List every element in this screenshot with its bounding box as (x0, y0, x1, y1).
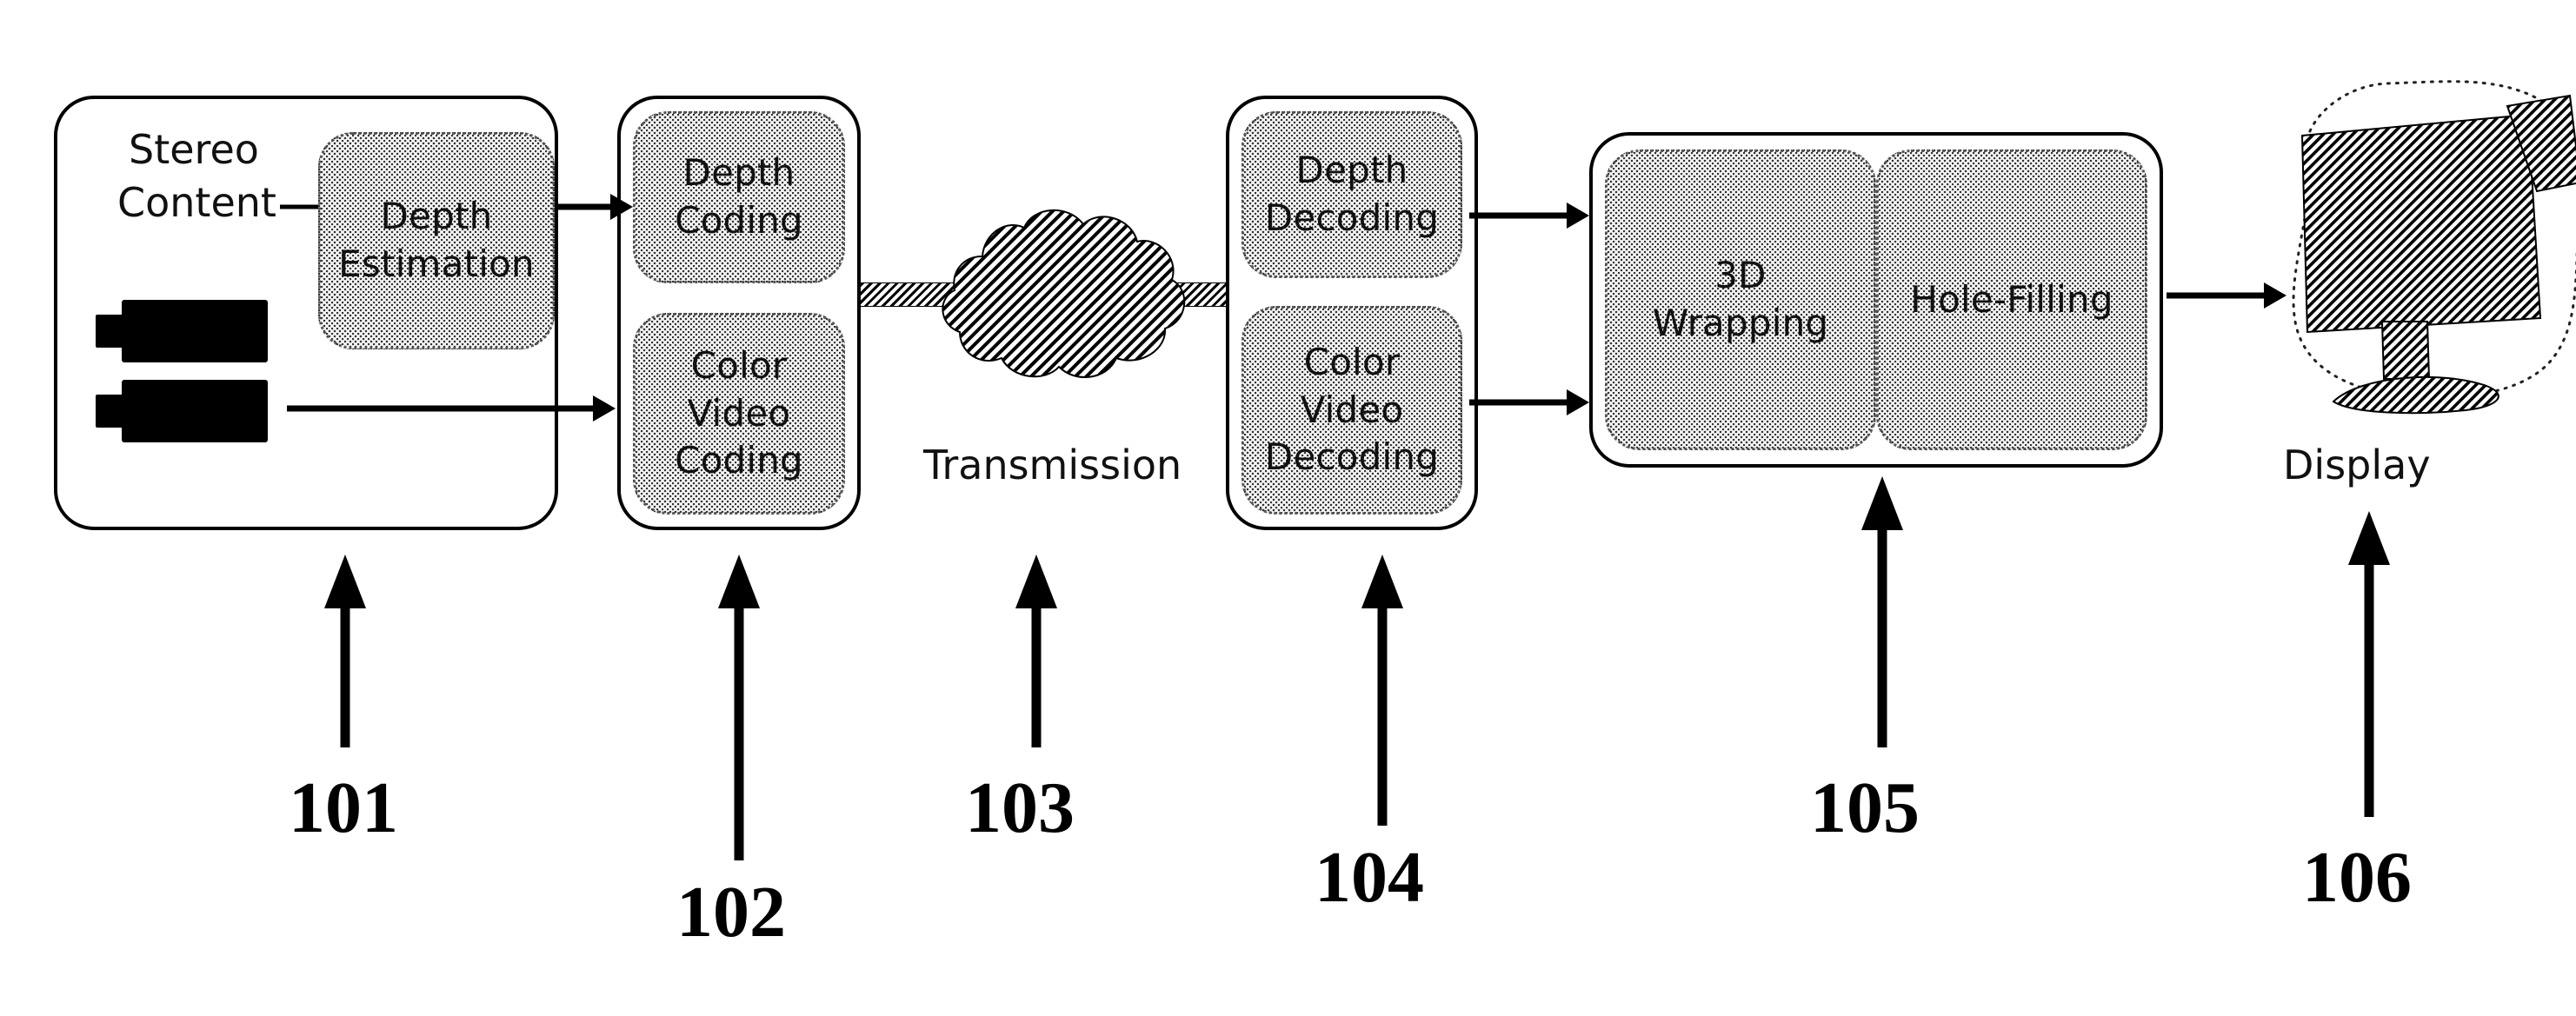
depth-estimation-box: Depth Estimation (318, 132, 555, 349)
hole-filling-label: Hole-Filling (1910, 277, 2113, 321)
depth-decoding-label: Depth Decoding (1264, 149, 1440, 239)
color-video-decoding-label: Color Video Decoding (1264, 341, 1440, 479)
reference-number-101: 101 (289, 767, 398, 848)
reference-number-102: 102 (676, 872, 786, 953)
depth-decoding-box: Depth Decoding (1241, 111, 1462, 278)
depth-estimation-label: Depth Estimation (338, 195, 535, 285)
depth-coding-label: Depth Coding (675, 151, 803, 242)
color-video-decoding-box: Color Video Decoding (1241, 306, 1462, 515)
display-label: Display (2283, 442, 2431, 488)
callout-arrow-103 (1015, 554, 1057, 747)
reference-number-103: 103 (965, 767, 1075, 848)
video-camera-icon-1 (96, 300, 268, 362)
reference-number-104: 104 (1315, 837, 1424, 918)
3d-wrapping-box: 3D Wrapping (1605, 149, 1876, 450)
depth-coding-box: Depth Coding (633, 111, 845, 283)
3d-wrapping-label: 3D Wrapping (1652, 254, 1829, 344)
transmission-label: Transmission (923, 442, 1182, 488)
reference-number-106: 106 (2302, 837, 2412, 918)
callout-arrow-105 (1861, 476, 1903, 747)
computer-monitor-icon (2257, 61, 2576, 469)
reference-number-105: 105 (1810, 767, 1920, 848)
color-video-coding-label: Color Video Coding (675, 344, 803, 482)
color-video-coding-box: Color Video Coding (633, 313, 845, 515)
callout-arrow-106 (2348, 511, 2390, 817)
diagram-canvas: Stereo Content Depth Estimation Depth Codi… (0, 0, 2576, 1016)
video-camera-icon-2 (96, 380, 268, 442)
network-cloud-icon (922, 174, 1217, 391)
stereo-content-label-line2: Content (117, 179, 276, 226)
hole-filling-box: Hole-Filling (1876, 149, 2147, 450)
stereo-content-label-line1: Stereo (129, 126, 259, 173)
callout-arrow-102 (718, 554, 760, 860)
callout-arrow-101 (324, 554, 366, 747)
callout-arrow-104 (1361, 554, 1403, 826)
